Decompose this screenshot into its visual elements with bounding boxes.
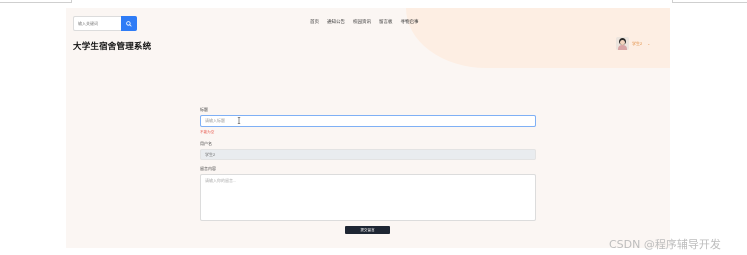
username-label: 用户名 [200,141,212,146]
user-menu[interactable]: 学生2 ⌄ [616,37,650,50]
page-corner-line-right [672,2,747,3]
app-window: 首页 通知公告 校园资讯 留言板 寻物启事 大学生宿舍管理系统 学生2 ⌄ 标题… [66,8,670,248]
nav-home[interactable]: 首页 [310,19,319,25]
user-name[interactable]: 学生2 [632,41,642,47]
text-cursor-icon [237,117,241,124]
page-corner-line-left [0,2,72,3]
page-corner-tick-right [672,0,673,3]
search-input[interactable] [73,16,121,31]
title-input[interactable]: 请输入标题 [200,115,536,127]
title-error: 不能为空 [200,130,215,134]
page-corner-tick-left [71,0,72,3]
site-title: 大学生宿舍管理系统 [73,41,152,51]
username-field: 学生2 [200,149,536,160]
top-nav: 首页 通知公告 校园资讯 留言板 寻物启事 [310,19,419,25]
message-textarea[interactable]: 请输入你的留言... [200,174,536,221]
search-button[interactable] [121,16,137,31]
nav-campus-news[interactable]: 校园资讯 [353,19,371,25]
title-label: 标题 [200,107,208,112]
nav-message-board[interactable]: 留言板 [379,19,393,25]
watermark: CSDN @程序辅导开发 [609,238,721,251]
message-label: 留言内容 [200,166,216,171]
submit-button[interactable]: 提交留言 [345,226,390,234]
search-bar [73,16,137,31]
avatar[interactable] [616,37,629,50]
search-icon [126,20,132,27]
nav-lost-and-found[interactable]: 寻物启事 [401,19,419,25]
chevron-down-icon[interactable]: ⌄ [647,42,650,46]
nav-notices[interactable]: 通知公告 [327,19,345,25]
